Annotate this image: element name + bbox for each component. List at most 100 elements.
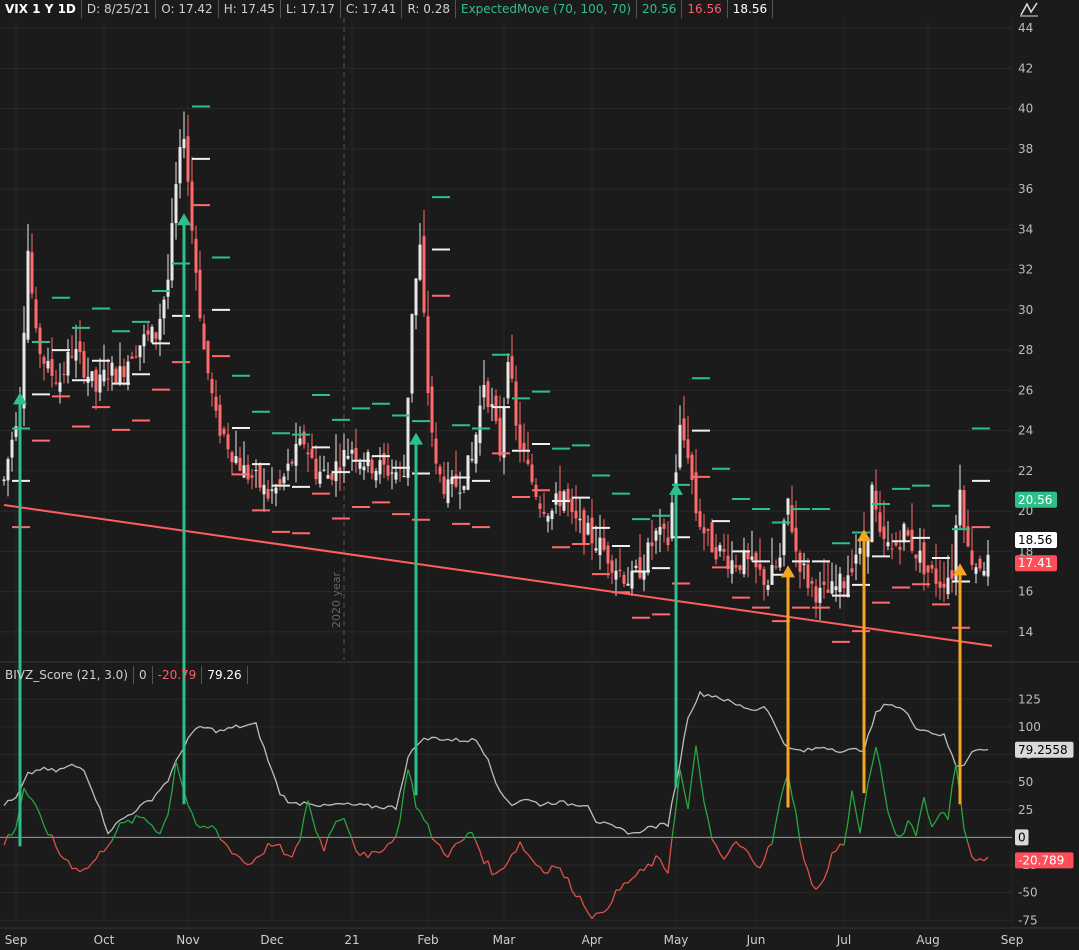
candle-body [930,564,934,569]
candle-body [330,472,334,480]
candle-body [130,356,134,359]
candle-body [590,517,594,544]
candle-body [922,542,926,575]
candle-body [138,345,142,358]
candle-body [898,546,902,550]
candle-body [926,565,930,573]
candle-body [822,581,826,585]
mid-value: 18.56 [728,0,774,18]
symbol-label[interactable]: VIX 1 Y 1D [0,0,82,18]
subpanel-value1: -20.79 [153,666,203,684]
vix-chart[interactable]: 14161820222426283032343638404244-75-50-2… [0,0,1079,950]
osc-y-tick-label: -75 [1018,913,1038,927]
candle-body [666,537,670,546]
candle-body [234,456,238,463]
candle-body [486,381,490,408]
candle-body [814,586,818,603]
candle-body [574,510,578,519]
high-label: H: 17.45 [219,0,281,18]
candle-body [858,548,862,554]
candle-body [162,299,166,319]
close-label: C: 17.41 [341,0,403,18]
candle-body [722,548,726,552]
candle-body [694,472,698,514]
candle-body [98,374,102,393]
chart-header: VIX 1 Y 1D D: 8/25/21 O: 17.42 H: 17.45 … [0,0,774,18]
candle-body [654,530,658,541]
candle-body [586,522,590,535]
osc-y-tick-label: 125 [1018,692,1041,706]
candle-body [294,443,298,466]
osc-y-tick-label: 50 [1018,775,1033,789]
candle-body [350,449,354,454]
candle-body [6,459,10,481]
candle-body [22,332,26,409]
candle-body [250,475,254,478]
drawing-tool-glyph [1020,2,1038,17]
candle-body [834,586,838,591]
candle-body [414,278,418,316]
candle-body [198,269,202,319]
candle-body [958,489,962,526]
candle-body [854,554,858,564]
candle-body [594,548,598,551]
candle-body [126,361,130,385]
osc-score-segment [283,853,289,856]
candle-body [458,492,462,494]
subpanel-study-label[interactable]: BIVZ_Score (21, 3.0) [0,666,134,684]
candle-body [134,356,138,358]
candle-body [34,299,38,329]
candle-body [550,510,554,520]
candle-body [466,455,470,490]
drawing-tool-icon[interactable] [1018,0,1040,18]
candle-body [142,334,146,347]
price-label-text: 18.56 [1018,533,1052,547]
main-y-tick-label: 40 [1018,102,1033,116]
candle-body [518,424,522,449]
candle-body [42,356,46,364]
osc-y-tick-label: 25 [1018,803,1033,817]
candle-body [702,527,706,534]
candle-body [618,569,622,572]
candle-body [762,569,766,585]
candle-body [174,184,178,224]
candle-body [318,471,322,484]
x-tick-label: 21 [344,933,359,947]
candle-body [430,386,434,433]
candle-body [438,466,442,475]
candle-body [194,238,198,273]
candle-body [266,488,270,499]
x-tick-label: Aug [916,933,939,947]
candle-body [406,397,410,478]
candle-body [754,552,758,568]
candle-body [426,316,430,394]
candle-body [494,395,498,422]
study-label[interactable]: ExpectedMove (70, 100, 70) [456,0,638,18]
candle-body [446,479,450,504]
candle-body [758,563,762,570]
candle-body [342,450,346,467]
osc-value-text: 0 [1018,830,1026,844]
candle-body [358,462,362,469]
candle-body [934,568,938,584]
candle-body [110,362,114,376]
candle-body [226,434,230,450]
osc-score-segment [555,866,561,869]
candle-body [122,366,126,377]
candle-body [498,417,502,456]
candle-body [10,439,14,458]
candle-body [614,570,618,580]
osc-score-segment [599,911,605,914]
main-y-tick-label: 24 [1018,424,1033,438]
candle-body [606,545,610,564]
x-tick-label: Apr [582,933,603,947]
x-tick-label: Sep [5,933,28,947]
candle-body [462,486,466,490]
candle-body [650,542,654,547]
candle-body [38,327,42,355]
chart-background [0,0,1079,950]
candle-body [482,385,486,398]
candle-body [962,490,966,528]
candle-body [830,581,834,594]
candle-body [238,457,242,471]
